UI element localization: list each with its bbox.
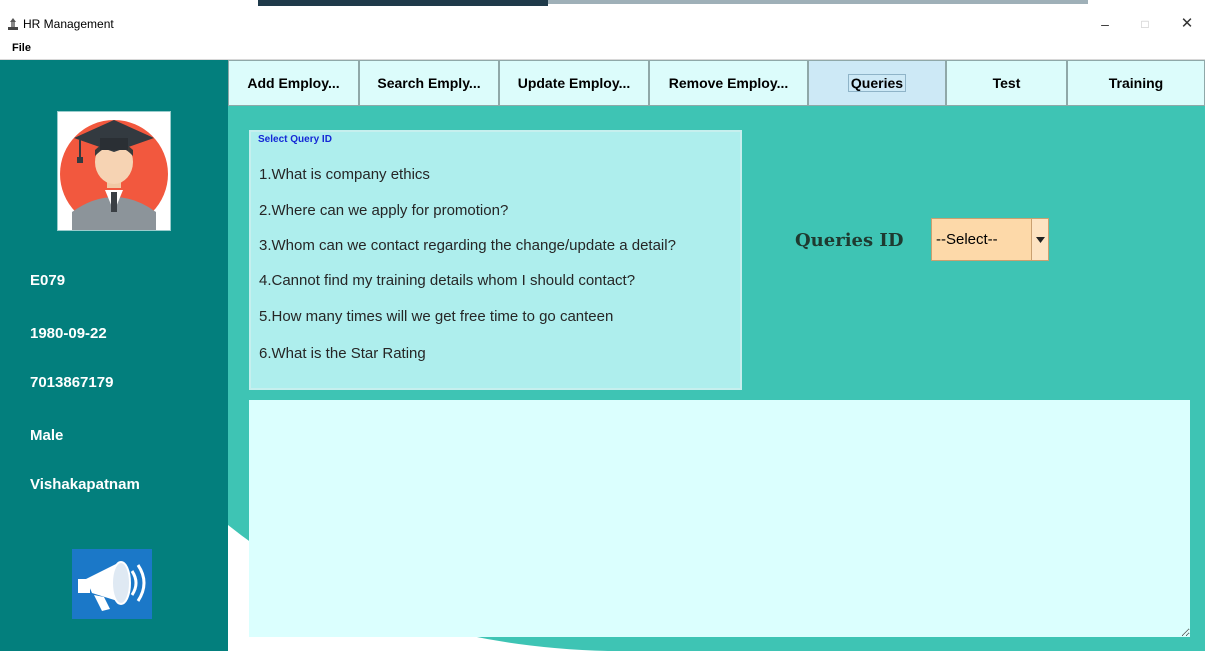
tab-test[interactable]: Test (946, 60, 1067, 106)
query-item-6: 6.What is the Star Rating (259, 345, 426, 362)
query-id-select[interactable]: --Select-- (931, 218, 1049, 261)
close-icon[interactable]: ✕ (1172, 12, 1202, 36)
menu-bar: File (0, 40, 1205, 60)
title-bar: HR Management – □ ✕ (0, 8, 1205, 40)
tab-add-employee[interactable]: Add Employ... (228, 60, 359, 106)
query-id-selected-value: --Select-- (936, 231, 998, 248)
tab-queries[interactable]: Queries (808, 60, 946, 106)
query-item-4: 4.Cannot find my training details whom I… (259, 272, 636, 289)
employee-dob: 1980-09-22 (30, 325, 107, 342)
query-item-5: 5.How many times will we get free time t… (259, 308, 614, 325)
answer-textarea[interactable] (249, 400, 1190, 637)
query-item-3: 3.Whom can we contact regarding the chan… (259, 237, 676, 254)
employee-phone: 7013867179 (30, 374, 114, 391)
query-list-panel: Select Query ID 1.What is company ethics… (249, 130, 742, 390)
employee-id: E079 (30, 272, 66, 289)
query-panel-legend: Select Query ID (258, 134, 332, 145)
window-title: HR Management (23, 17, 114, 31)
tab-remove-employee[interactable]: Remove Employ... (649, 60, 808, 106)
tab-search-employee[interactable]: Search Emply... (359, 60, 499, 106)
menu-file[interactable]: File (12, 42, 31, 54)
employee-gender: Male (30, 427, 64, 444)
tab-training[interactable]: Training (1067, 60, 1205, 106)
tab-bar: Add Employ... Search Emply... Update Emp… (228, 60, 1205, 106)
maximize-icon[interactable]: □ (1130, 12, 1160, 36)
query-id-label: Queries ID (795, 230, 904, 251)
tab-update-employee[interactable]: Update Employ... (499, 60, 649, 106)
query-item-1: 1.What is company ethics (259, 166, 430, 183)
app-icon (8, 18, 18, 30)
queries-page: Add Employ... Search Emply... Update Emp… (228, 60, 1205, 651)
megaphone-icon (72, 549, 152, 619)
employee-city: Vishakapatnam (30, 476, 140, 493)
chevron-down-icon[interactable] (1031, 219, 1048, 260)
announcement-button[interactable] (72, 549, 152, 619)
avatar (57, 111, 171, 231)
profile-sidebar: E079 1980-09-22 7013867179 Male Vishakap… (0, 60, 228, 651)
top-strip (0, 0, 1205, 8)
query-item-2: 2.Where can we apply for promotion? (259, 202, 509, 219)
minimize-icon[interactable]: – (1090, 12, 1120, 36)
graduate-avatar-icon (60, 120, 168, 230)
